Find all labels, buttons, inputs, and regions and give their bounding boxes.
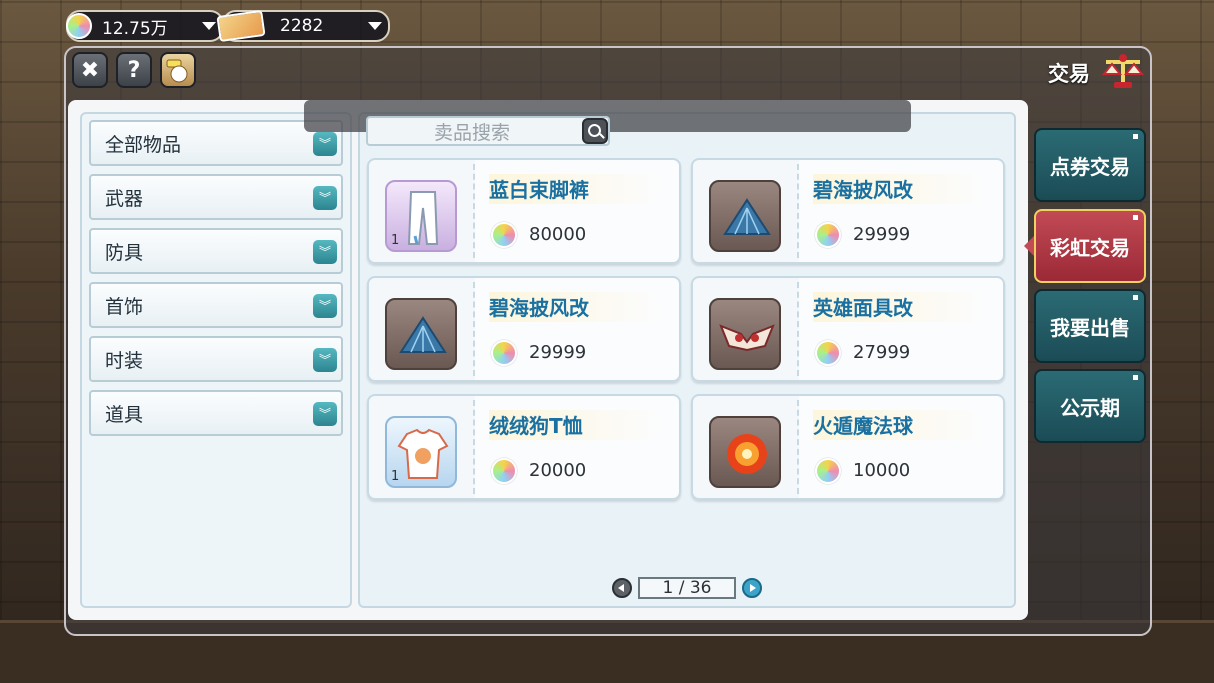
cape-icon — [709, 180, 781, 252]
item-quantity: 1 — [391, 233, 400, 248]
item-card[interactable]: 1 绒绒狗T恤 20000 — [367, 394, 681, 500]
category-label: 道具 — [105, 403, 144, 426]
search-icon[interactable] — [582, 118, 608, 144]
chevron-down-icon[interactable]: ︾ — [313, 240, 337, 264]
vip-icon — [166, 59, 188, 83]
chevron-down-icon[interactable]: ︾ — [313, 132, 337, 156]
item-price: 20000 — [529, 460, 587, 481]
rainbow-coin-icon — [815, 458, 841, 484]
pants-icon: 1 — [385, 180, 457, 252]
prev-page-button[interactable] — [612, 578, 632, 598]
tab-dot — [1133, 134, 1138, 139]
ticket-icon — [216, 9, 266, 43]
category-label: 全部物品 — [105, 133, 182, 156]
item-price: 29999 — [853, 224, 911, 245]
page-indicator: 1 / 36 — [638, 577, 736, 599]
item-price: 29999 — [529, 342, 587, 363]
rainbow-coin-icon — [491, 458, 517, 484]
card-divider — [473, 282, 475, 376]
card-divider — [473, 164, 475, 258]
chevron-down-icon[interactable] — [368, 22, 382, 30]
item-name: 英雄面具改 — [813, 292, 989, 322]
tab-sell[interactable]: 我要出售 — [1034, 289, 1146, 363]
rainbow-coin-icon — [815, 340, 841, 366]
card-divider — [797, 400, 799, 494]
tab-label: 我要出售 — [1050, 315, 1130, 340]
category-fashion[interactable]: 时装 ︾ — [89, 336, 343, 382]
item-name: 绒绒狗T恤 — [489, 410, 665, 440]
category-weapons[interactable]: 武器 ︾ — [89, 174, 343, 220]
tab-public-period[interactable]: 公示期 — [1034, 369, 1146, 443]
item-name: 碧海披风改 — [489, 292, 665, 322]
tab-dot — [1133, 215, 1138, 220]
item-price: 80000 — [529, 224, 587, 245]
item-card[interactable]: 英雄面具改 27999 — [691, 276, 1005, 382]
ticket-amount: 2282 — [280, 16, 324, 36]
item-price: 10000 — [853, 460, 911, 481]
rainbow-coin-icon — [491, 340, 517, 366]
rainbow-amount: 12.75万 — [102, 18, 168, 39]
item-card[interactable]: 1 蓝白束脚裤 80000 — [367, 158, 681, 264]
help-button[interactable]: ? — [116, 52, 152, 88]
rainbow-currency-display[interactable]: 12.75万 — [66, 10, 224, 42]
tab-cash-trade[interactable]: 点券交易 — [1034, 128, 1146, 202]
rainbow-coin-icon — [491, 222, 517, 248]
card-divider — [797, 282, 799, 376]
card-divider — [797, 164, 799, 258]
item-price: 27999 — [853, 342, 911, 363]
chevron-down-icon[interactable]: ︾ — [313, 348, 337, 372]
chevron-down-icon[interactable]: ︾ — [313, 186, 337, 210]
category-accessories[interactable]: 首饰 ︾ — [89, 282, 343, 328]
category-label: 时装 — [105, 349, 144, 372]
rainbow-coin-icon — [815, 222, 841, 248]
mask-icon — [709, 298, 781, 370]
tshirt-icon: 1 — [385, 416, 457, 488]
vip-button[interactable] — [160, 52, 196, 88]
category-label: 首饰 — [105, 295, 144, 318]
category-label: 武器 — [105, 187, 144, 210]
window-title: 交易 — [1048, 62, 1090, 86]
chevron-down-icon[interactable]: ︾ — [313, 402, 337, 426]
close-icon: ✖ — [80, 57, 100, 83]
search-input[interactable]: 卖品搜索 — [366, 116, 610, 146]
cape-icon — [385, 298, 457, 370]
tab-dot — [1133, 375, 1138, 380]
tab-label: 彩虹交易 — [1050, 235, 1130, 260]
tab-dot — [1133, 295, 1138, 300]
tab-label: 点券交易 — [1050, 154, 1130, 179]
item-card[interactable]: 碧海披风改 29999 — [691, 158, 1005, 264]
tab-label: 公示期 — [1060, 395, 1120, 420]
help-icon: ? — [127, 57, 141, 83]
item-card[interactable]: 碧海披风改 29999 — [367, 276, 681, 382]
category-label: 防具 — [105, 241, 144, 264]
next-page-button[interactable] — [742, 578, 762, 598]
tab-rainbow-trade[interactable]: 彩虹交易 — [1034, 209, 1146, 283]
item-card[interactable]: 火遁魔法球 10000 — [691, 394, 1005, 500]
item-quantity: 1 — [391, 469, 400, 484]
fire-orb-icon — [709, 416, 781, 488]
ticket-currency-display[interactable]: 2282 — [216, 9, 390, 43]
item-name: 蓝白束脚裤 — [489, 174, 665, 204]
item-name: 碧海披风改 — [813, 174, 989, 204]
item-name: 火遁魔法球 — [813, 410, 989, 440]
chevron-down-icon[interactable]: ︾ — [313, 294, 337, 318]
card-divider — [473, 400, 475, 494]
close-button[interactable]: ✖ — [72, 52, 108, 88]
scale-icon — [1101, 54, 1145, 88]
rainbow-coin-icon — [66, 13, 92, 39]
active-tab-pointer — [1024, 236, 1034, 256]
chevron-down-icon[interactable] — [202, 22, 216, 30]
category-armor[interactable]: 防具 ︾ — [89, 228, 343, 274]
category-consumables[interactable]: 道具 ︾ — [89, 390, 343, 436]
